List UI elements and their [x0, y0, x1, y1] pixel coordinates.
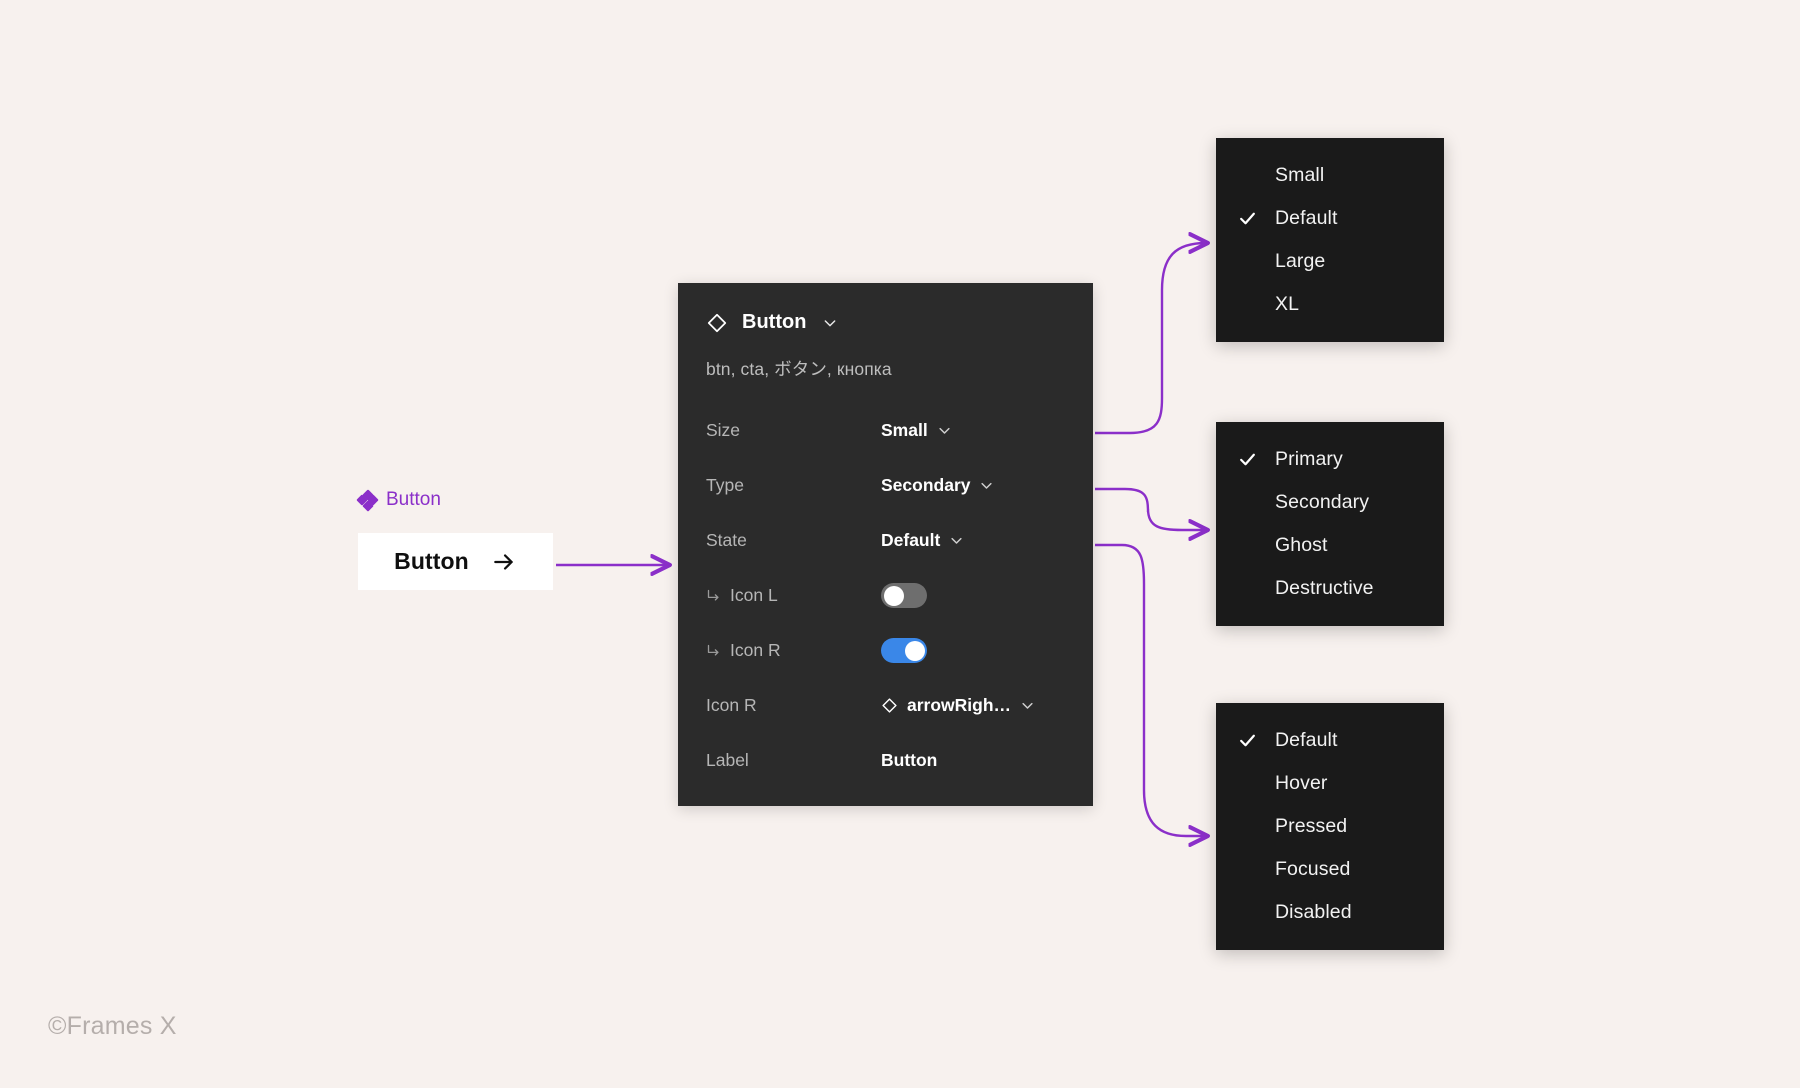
- menu-item-label: Secondary: [1275, 491, 1370, 513]
- size-menu-item-small[interactable]: Small: [1216, 154, 1444, 197]
- sub-branch-icon: [707, 589, 719, 601]
- property-rows: Size Small Type Secondary State Default …: [678, 403, 1093, 788]
- arrow-right-icon: [494, 553, 513, 570]
- property-label: Size: [706, 420, 741, 440]
- type-menu-item-destructive[interactable]: Destructive: [1216, 567, 1444, 610]
- menu-item-label: Disabled: [1275, 901, 1352, 923]
- menu-item-label: Hover: [1275, 772, 1328, 794]
- size-select-value: Small: [881, 420, 928, 440]
- size-menu-item-large[interactable]: Large: [1216, 240, 1444, 283]
- chevron-down-icon: [1022, 702, 1033, 709]
- toggle-knob: [883, 585, 904, 606]
- property-row-label: Label Button: [678, 733, 1093, 788]
- property-label-wrap: Icon R: [706, 640, 881, 661]
- state-select[interactable]: Default: [881, 530, 964, 551]
- panel-title: Button: [742, 311, 807, 333]
- preview-button-label: Button: [394, 548, 469, 574]
- icon-right-select[interactable]: arrowRigh…: [881, 695, 1035, 716]
- wire-size-to-menu: [1095, 243, 1206, 435]
- state-menu-item-disabled[interactable]: Disabled: [1216, 891, 1444, 934]
- preview-button[interactable]: Button: [358, 533, 553, 590]
- state-select-value: Default: [881, 530, 941, 550]
- property-label: Icon L: [730, 585, 778, 605]
- menu-item-label: Small: [1275, 164, 1325, 186]
- type-menu-item-ghost[interactable]: Ghost: [1216, 524, 1444, 567]
- properties-panel: Button btn, cta, ボタン, кнопка Size Small …: [678, 283, 1093, 806]
- menu-item-label: Pressed: [1275, 815, 1348, 837]
- type-menu-item-secondary[interactable]: Secondary: [1216, 481, 1444, 524]
- panel-keywords: btn, cta, ボタン, кнопка: [706, 359, 892, 379]
- menu-item-label: Destructive: [1275, 577, 1374, 599]
- property-row-size: Size Small: [678, 403, 1093, 458]
- wire-state-to-menu: [1095, 543, 1206, 836]
- property-row-icon-right: Icon R: [678, 623, 1093, 678]
- label-text-field[interactable]: Button: [881, 750, 937, 771]
- component-badge[interactable]: Button: [356, 488, 441, 512]
- type-menu-item-primary[interactable]: Primary: [1216, 438, 1444, 481]
- property-row-type: Type Secondary: [678, 458, 1093, 513]
- icon-right-toggle-wrap: [881, 638, 927, 663]
- menu-item-label: Primary: [1275, 448, 1343, 470]
- panel-header[interactable]: Button: [678, 283, 1093, 334]
- property-row-icon-right-value: Icon R arrowRigh…: [678, 678, 1093, 733]
- toggle-knob: [904, 640, 925, 661]
- property-label: State: [706, 530, 747, 550]
- size-menu-item-default[interactable]: Default: [1216, 197, 1444, 240]
- check-icon: [1240, 453, 1255, 466]
- component-diamond-icon: [707, 313, 727, 332]
- state-menu: Default Hover Pressed Focused Disabled: [1216, 703, 1444, 950]
- sub-branch-icon: [707, 644, 719, 656]
- type-select-value: Secondary: [881, 475, 971, 495]
- component-diamond-icon: [882, 698, 897, 713]
- wire-type-to-menu: [1095, 487, 1206, 530]
- component-diamonds-icon: [356, 488, 379, 512]
- type-select[interactable]: Secondary: [881, 475, 994, 496]
- size-select[interactable]: Small: [881, 420, 952, 441]
- property-label-wrap: Icon L: [706, 585, 881, 606]
- state-menu-item-default[interactable]: Default: [1216, 719, 1444, 762]
- icon-right-toggle[interactable]: [881, 638, 927, 663]
- property-row-state: State Default: [678, 513, 1093, 568]
- size-menu-item-xl[interactable]: XL: [1216, 283, 1444, 326]
- icon-left-toggle-wrap: [881, 583, 927, 608]
- chevron-down-icon: [981, 482, 993, 489]
- state-menu-item-hover[interactable]: Hover: [1216, 762, 1444, 805]
- menu-item-label: XL: [1275, 293, 1300, 315]
- component-badge-label: Button: [386, 489, 441, 510]
- design-canvas: Button Button Button btn, cta, ボタン, кноп…: [0, 0, 1800, 1088]
- menu-item-label: Default: [1275, 207, 1338, 229]
- type-menu: Primary Secondary Ghost Destructive: [1216, 422, 1444, 626]
- check-icon: [1240, 734, 1255, 747]
- state-menu-item-pressed[interactable]: Pressed: [1216, 805, 1444, 848]
- menu-item-label: Default: [1275, 729, 1338, 751]
- size-menu: Small Default Large XL: [1216, 138, 1444, 342]
- state-menu-item-focused[interactable]: Focused: [1216, 848, 1444, 891]
- property-label: Icon R: [730, 640, 781, 660]
- property-label: Icon R: [706, 695, 757, 715]
- chevron-down-icon[interactable]: [822, 315, 838, 331]
- chevron-down-icon: [951, 537, 962, 544]
- property-row-icon-left: Icon L: [678, 568, 1093, 623]
- icon-left-toggle[interactable]: [881, 583, 927, 608]
- icon-right-select-value: arrowRigh…: [907, 695, 1012, 715]
- property-label: Label: [706, 750, 749, 770]
- chevron-down-icon: [939, 427, 950, 434]
- label-text-value: Button: [881, 750, 938, 770]
- property-label: Type: [706, 475, 744, 495]
- menu-item-label: Large: [1275, 250, 1326, 272]
- check-icon: [1240, 212, 1255, 225]
- menu-item-label: Ghost: [1275, 534, 1328, 556]
- watermark: ©Frames X: [48, 1012, 177, 1040]
- menu-item-label: Focused: [1275, 858, 1351, 880]
